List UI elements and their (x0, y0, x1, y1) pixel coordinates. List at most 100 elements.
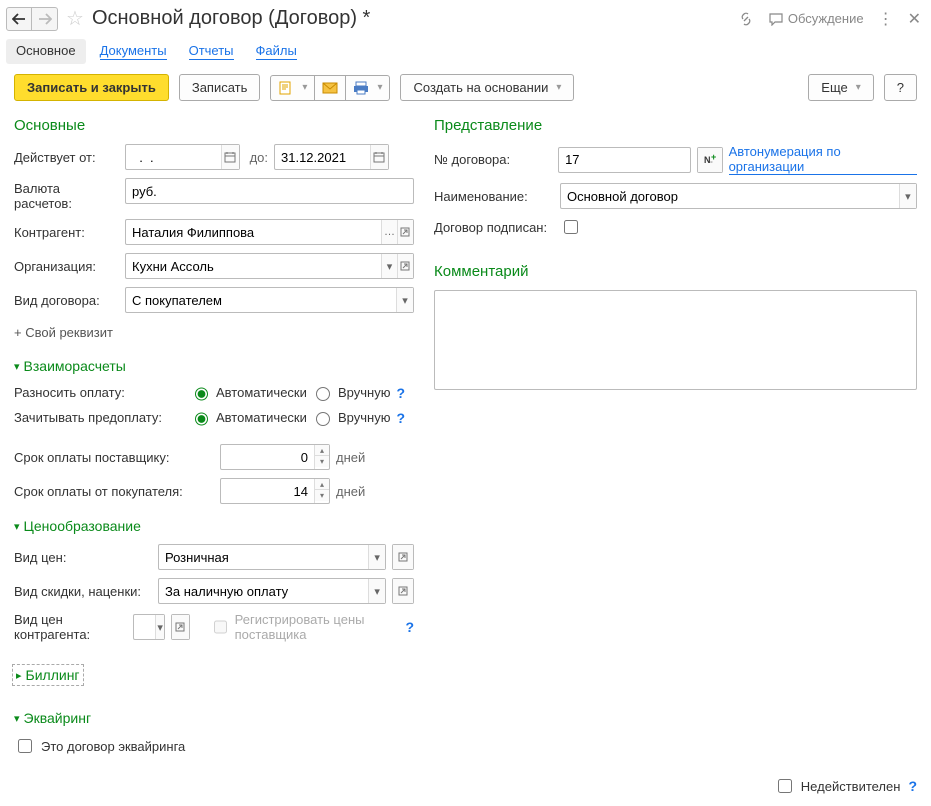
credit-prepay-label: Зачитывать предоплату: (14, 410, 184, 425)
counterparty-input[interactable] (126, 220, 381, 244)
counterparty-label: Контрагент: (14, 225, 119, 240)
link-icon[interactable] (738, 11, 754, 27)
nav-fwd-button (32, 7, 58, 31)
printer-icon (353, 81, 369, 95)
credit-auto-radio[interactable] (195, 412, 208, 426)
discussion-label: Обсуждение (788, 11, 864, 26)
contract-type-label: Вид договора: (14, 293, 119, 308)
more-button[interactable]: Еще▾ (808, 74, 873, 101)
open-icon[interactable] (393, 545, 413, 569)
valid-from-input[interactable] (126, 145, 221, 169)
register-supplier-prices-checkbox (214, 620, 227, 634)
valid-to-input[interactable] (275, 145, 370, 169)
help-icon[interactable]: ? (405, 619, 414, 635)
section-main-title: Основные (14, 117, 414, 134)
chevron-down-icon[interactable]: ▾ (368, 545, 385, 569)
help-icon[interactable]: ? (908, 778, 917, 794)
print-template-button[interactable]: ▾ (270, 75, 315, 101)
help-button[interactable]: ? (884, 74, 917, 101)
signed-label: Договор подписан: (434, 220, 554, 235)
favorite-icon[interactable]: ☆ (64, 6, 86, 31)
price-type-label: Вид цен: (14, 550, 152, 565)
spinner-up[interactable]: ▴ (315, 479, 329, 490)
arrow-left-icon (12, 13, 26, 25)
buyer-term-label: Срок оплаты от покупателя: (14, 484, 214, 499)
page-title: Основной договор (Договор) * (92, 7, 732, 30)
spinner-down[interactable]: ▾ (315, 456, 329, 467)
cp-price-type-label: Вид цен контрагента: (14, 612, 127, 642)
chevron-down-icon[interactable]: ▾ (381, 254, 397, 278)
create-from-button[interactable]: Создать на основании▾ (400, 74, 574, 101)
discount-type-input[interactable] (159, 579, 368, 603)
autonum-button[interactable]: N+° (698, 148, 722, 172)
chevron-down-icon[interactable]: ▾ (368, 579, 385, 603)
buyer-term-input[interactable] (221, 479, 314, 503)
name-label: Наименование: (434, 189, 554, 204)
ellipsis-icon[interactable]: … (381, 220, 397, 244)
contract-type-input[interactable] (126, 288, 396, 312)
discussion-button[interactable]: Обсуждение (768, 11, 864, 26)
chat-icon (768, 12, 784, 26)
inactive-checkbox[interactable] (778, 779, 792, 793)
days-label: дней (336, 450, 365, 465)
calendar-icon[interactable] (370, 145, 388, 169)
print-button[interactable]: ▾ (346, 75, 390, 101)
signed-checkbox[interactable] (564, 220, 578, 234)
is-acquiring-checkbox[interactable] (18, 739, 32, 753)
supplier-term-input[interactable] (221, 445, 314, 469)
price-type-input[interactable] (159, 545, 368, 569)
supplier-term-label: Срок оплаты поставщику: (14, 450, 214, 465)
svg-text:°: ° (710, 160, 713, 167)
contract-name-input[interactable] (561, 184, 899, 208)
open-icon[interactable] (172, 615, 188, 639)
days-label-2: дней (336, 484, 365, 499)
help-icon[interactable]: ? (396, 385, 405, 401)
org-input[interactable] (126, 254, 381, 278)
section-presentation-title: Представление (434, 117, 917, 134)
tab-reports[interactable]: Отчеты (189, 43, 234, 60)
help-icon[interactable]: ? (396, 410, 405, 426)
group-acquiring-toggle[interactable]: ▾ Эквайринг (14, 710, 414, 726)
spinner-down[interactable]: ▾ (315, 490, 329, 501)
tab-documents[interactable]: Документы (100, 43, 167, 60)
chevron-down-icon: ▾ (14, 520, 20, 533)
credit-manual-radio[interactable] (316, 412, 330, 426)
write-close-button[interactable]: Записать и закрыть (14, 74, 169, 101)
nav-back-button[interactable] (6, 7, 32, 31)
number-label: № договора: (434, 152, 552, 167)
group-billing-toggle[interactable]: ▸ Биллинг (12, 664, 84, 686)
autonum-link[interactable]: Автонумерация по организации (729, 144, 917, 175)
split-payment-label: Разносить оплату: (14, 385, 184, 400)
email-button[interactable] (315, 75, 346, 101)
split-manual-radio[interactable] (316, 387, 330, 401)
close-button[interactable]: ✕ (908, 9, 921, 29)
open-icon[interactable] (393, 579, 413, 603)
currency-label: Валюта расчетов: (14, 178, 119, 211)
chevron-down-icon[interactable]: ▾ (396, 288, 413, 312)
calendar-icon[interactable] (221, 145, 239, 169)
kebab-menu[interactable]: ⋮ (878, 9, 894, 29)
group-pricing-toggle[interactable]: ▾ Ценообразование (14, 518, 414, 534)
document-icon (278, 81, 294, 95)
chevron-down-icon[interactable]: ▾ (155, 615, 164, 639)
open-icon[interactable] (397, 220, 413, 244)
cp-price-type-input[interactable] (134, 615, 155, 639)
org-label: Организация: (14, 259, 119, 274)
split-auto-radio[interactable] (195, 387, 208, 401)
section-comment-title: Комментарий (434, 263, 917, 280)
write-button[interactable]: Записать (179, 74, 261, 101)
chevron-right-icon: ▸ (16, 669, 22, 682)
tab-main[interactable]: Основное (6, 39, 86, 64)
chevron-down-icon: ▾ (14, 360, 20, 373)
currency-input[interactable] (126, 179, 413, 203)
spinner-up[interactable]: ▴ (315, 445, 329, 456)
open-icon[interactable] (397, 254, 413, 278)
chevron-down-icon: ▾ (14, 712, 20, 725)
chevron-down-icon[interactable]: ▾ (899, 184, 916, 208)
tab-files[interactable]: Файлы (256, 43, 297, 60)
to-label: до: (246, 150, 268, 165)
group-settlements-toggle[interactable]: ▾ Взаиморасчеты (14, 358, 414, 374)
comment-textarea[interactable] (434, 290, 917, 390)
add-requisite-button[interactable]: + Свой реквизит (14, 321, 414, 344)
contract-number-input[interactable] (559, 148, 690, 172)
